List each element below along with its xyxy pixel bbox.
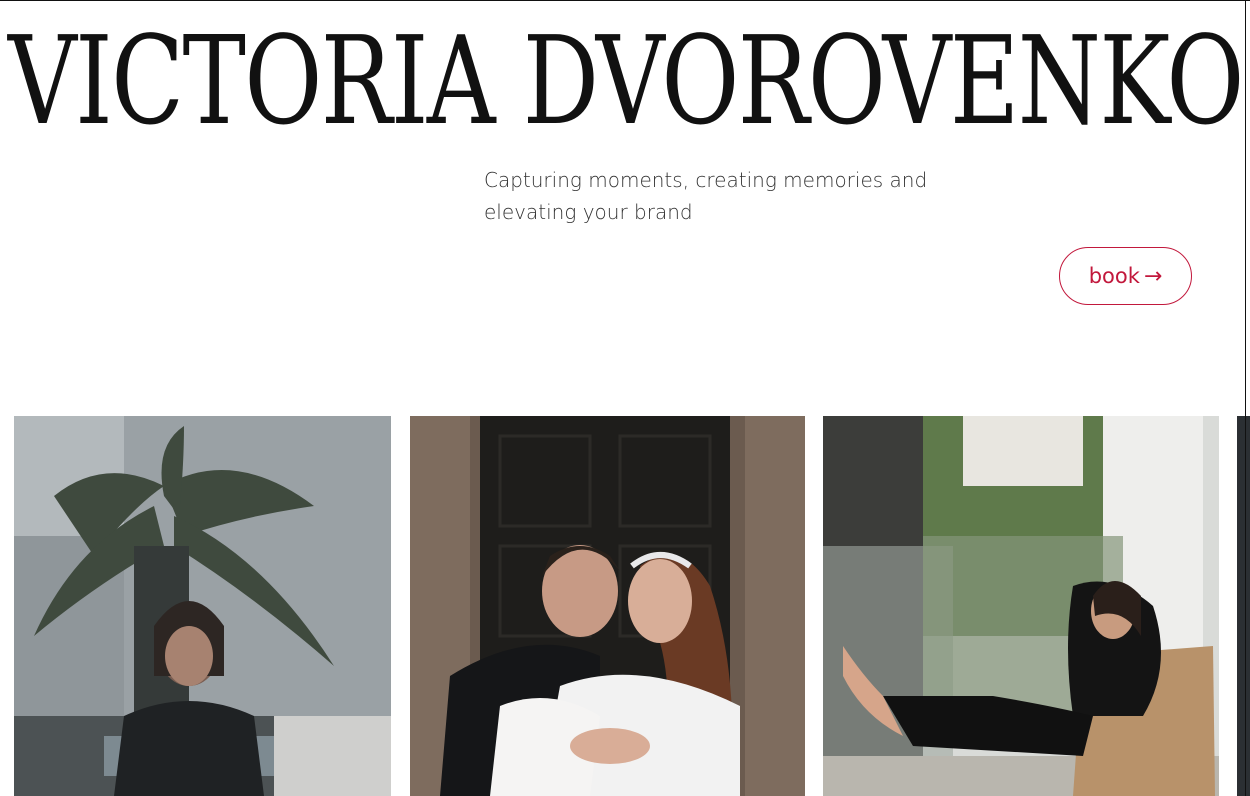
gallery-photo-1[interactable] xyxy=(14,416,391,796)
right-border-line xyxy=(1245,0,1246,796)
gallery-photo-4[interactable] xyxy=(1237,416,1250,796)
arrow-right-icon: → xyxy=(1143,263,1163,289)
wedding-couple-image xyxy=(410,416,805,796)
woman-seated-balcony-image xyxy=(823,416,1219,796)
tagline-text: Capturing moments, creating memories and… xyxy=(484,168,928,224)
top-border-line xyxy=(0,0,1250,1)
gallery-photo-2[interactable] xyxy=(410,416,805,796)
gallery-photo-3[interactable] xyxy=(823,416,1219,796)
book-button[interactable]: book → xyxy=(1059,247,1192,305)
book-button-label: book xyxy=(1088,264,1140,288)
woman-reflection-palm-tree-image xyxy=(14,416,391,796)
site-logo-title[interactable]: VICTORIA DVOROVENKO xyxy=(8,20,1244,142)
